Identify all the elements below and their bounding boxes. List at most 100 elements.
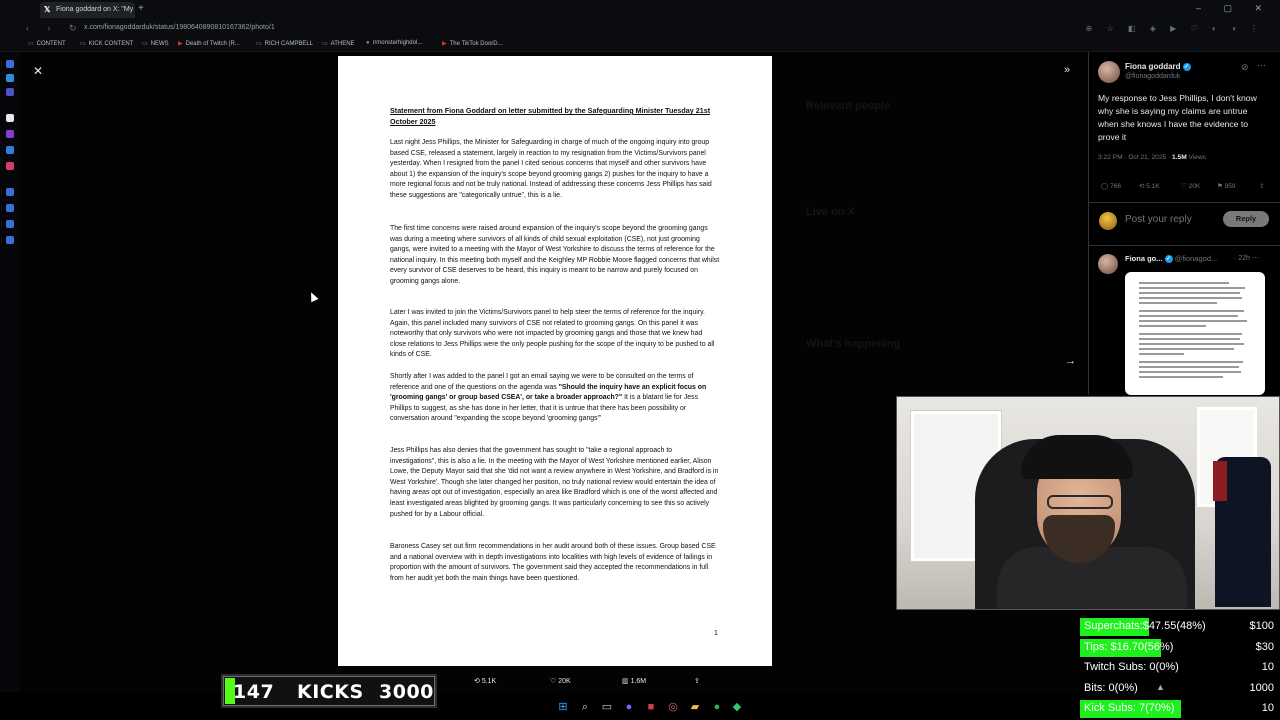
sidebar-app-icon[interactable]: [6, 220, 14, 228]
sidebar-app-icon[interactable]: [6, 130, 14, 138]
bookmark-athene[interactable]: ▭ ATHENE: [322, 40, 355, 47]
folder-icon: ▭: [80, 41, 86, 47]
sidebar-app-icon[interactable]: [6, 146, 14, 154]
collapse-panel-icon[interactable]: »: [1064, 64, 1070, 76]
extension-icons[interactable]: ⊕ ☆ ◧ ◈ ▶ ♡ ◐ ◑ ⋮: [1086, 24, 1264, 33]
sidebar-app-icon[interactable]: [6, 60, 14, 68]
bookmark-content[interactable]: ▭ CONTENT: [28, 40, 66, 47]
reply-count[interactable]: ◯ 766: [1101, 182, 1121, 190]
donation-goal-row: Superchats:$47.55(48%) $100: [1080, 617, 1280, 637]
photo-action-bar: ⟲ 5.1K ♡ 20K ▥ 1.6M ⇪: [440, 677, 720, 691]
reply-icon: ◯: [1101, 183, 1109, 190]
ghost-text: What's happening: [806, 338, 901, 350]
new-tab-button[interactable]: +: [138, 3, 144, 14]
bookmark-monsterhigh[interactable]: ● r/monsterhighdol...: [366, 40, 422, 46]
sidebar-app-icon[interactable]: [6, 236, 14, 244]
repost-button[interactable]: ⟲ 5.1K: [474, 677, 496, 685]
url-field[interactable]: x.com/fionagoddarduk/status/198064089081…: [84, 24, 275, 31]
bookmark-death-of-twitch[interactable]: ▶ Death of Twitch (R...: [178, 40, 240, 47]
app-icon[interactable]: ◆: [730, 700, 744, 714]
browser-icon[interactable]: ◎: [666, 700, 680, 714]
search-icon[interactable]: ⌕: [578, 700, 592, 714]
views-button[interactable]: ▥ 1.6M: [622, 677, 646, 685]
bits-icon: ▲: [1156, 681, 1165, 692]
window-controls[interactable]: – ▢ ✕: [1196, 3, 1272, 14]
donation-goal-row: Twitch Subs: 0(0%) 10: [1080, 658, 1280, 678]
task-view-icon[interactable]: ▭: [600, 700, 614, 714]
folder-icon: ▭: [28, 41, 34, 47]
bookmark-count[interactable]: ⚑ 959: [1217, 182, 1236, 190]
donation-goal-row: Bits: 0(0%) 1000 ▲: [1080, 679, 1280, 699]
document-paragraph: Last night Jess Phillips, the Minister f…: [390, 139, 712, 199]
donation-goal-target: $30: [1255, 640, 1274, 653]
avatar[interactable]: [1098, 61, 1120, 83]
sidebar-app-icon[interactable]: [6, 74, 14, 82]
address-bar-row: ‹ › ↻ x.com/fionagoddarduk/status/198064…: [0, 20, 1280, 38]
app-icon[interactable]: ■: [644, 700, 658, 714]
nav-buttons[interactable]: ‹ › ↻: [26, 23, 85, 34]
like-count[interactable]: ♡ 20K: [1181, 182, 1200, 190]
tweet-handle[interactable]: @fionagoddarduk: [1125, 73, 1180, 80]
bookmark-icon: ⚑: [1217, 183, 1223, 190]
webcam-overlay: [896, 396, 1280, 610]
tweet-meta: 3:22 PM · Oct 21, 2025 · 1.5M Views: [1098, 154, 1207, 161]
browser-tab[interactable]: 𝕏 Fiona goddard on X: "My: [40, 2, 135, 18]
document-title: Statement from Fiona Goddard on letter s…: [390, 106, 711, 126]
windows-start-icon[interactable]: ⊞: [556, 700, 570, 714]
donation-goal-label: Kick Subs: 7(70%): [1084, 702, 1175, 714]
grok-icon[interactable]: ⊘: [1241, 62, 1249, 73]
kicks-counter: 147 KICKS 3000: [221, 674, 437, 708]
bookmark-kick-content[interactable]: ▭ KICK CONTENT: [80, 40, 133, 47]
reply-image-thumbnail[interactable]: [1125, 272, 1265, 395]
tweet-panel: Fiona goddard ✓ @fionagoddarduk ⊘ ⋯ My re…: [1088, 52, 1280, 395]
analytics-icon: ▥: [622, 678, 629, 685]
next-photo-icon[interactable]: →: [1065, 355, 1076, 367]
kicks-label: KICKS: [297, 681, 364, 703]
divider: [1089, 202, 1280, 203]
reply-button[interactable]: Reply: [1223, 211, 1269, 227]
like-button[interactable]: ♡ 20K: [550, 677, 571, 685]
document-paragraph: Baroness Casey set out firm recommendati…: [390, 543, 716, 582]
donation-goal-target: 10: [1261, 661, 1274, 673]
share-icon[interactable]: ⇪: [1259, 182, 1264, 190]
tweet-text: My response to Jess Phillips, I don't kn…: [1098, 93, 1257, 142]
kicks-goal: 3000: [379, 681, 434, 703]
more-options-icon[interactable]: ⋯: [1257, 60, 1266, 71]
ghost-text: Live on X: [806, 206, 855, 218]
folder-icon: ▭: [322, 41, 328, 47]
bookmark-rich-campbell[interactable]: ▭ RICH CAMPBELL: [256, 40, 313, 47]
donation-goal-target: 1000: [1249, 681, 1274, 694]
donation-goal-target: $100: [1249, 620, 1274, 632]
spotify-icon[interactable]: ●: [710, 700, 724, 714]
verified-badge-icon: ✓: [1182, 62, 1191, 71]
webcam-streamer-glasses: [1047, 495, 1113, 509]
youtube-icon: ▶: [178, 41, 183, 47]
bookmark-tiktok-doordash[interactable]: ▶ The TikTok DoorD...: [442, 40, 503, 47]
sidebar-app-icon[interactable]: [6, 114, 14, 122]
reply-input[interactable]: Post your reply: [1125, 214, 1192, 225]
sidebar-app-icon[interactable]: [6, 162, 14, 170]
bookmark-news[interactable]: ▭ NEWS: [142, 40, 169, 47]
more-options-icon[interactable]: ⋯: [1252, 255, 1259, 262]
sidebar-app-icon[interactable]: [6, 204, 14, 212]
reply-author[interactable]: Fiona go... ✓ @fionagod...: [1125, 254, 1217, 264]
repost-count[interactable]: ⟲ 5.1K: [1139, 182, 1160, 190]
donation-goal-label: Tips: $16.70(56%): [1084, 640, 1174, 653]
close-icon[interactable]: ✕: [32, 64, 44, 78]
bookmarks-bar: ▭ CONTENT ▭ KICK CONTENT ▭ NEWS ▶ Death of T…: [0, 38, 1280, 52]
divider: [1089, 245, 1280, 246]
avatar: [1099, 212, 1117, 230]
sidebar-app-icon[interactable]: [6, 88, 14, 96]
avatar[interactable]: [1098, 254, 1118, 274]
donation-goals: Superchats:$47.55(48%) $100 Tips: $16.70(5…: [1080, 616, 1280, 720]
tweet-author[interactable]: Fiona goddard ✓: [1125, 62, 1191, 71]
browser-tab-bar: 𝕏 Fiona goddard on X: "My + – ▢ ✕: [0, 0, 1280, 20]
reddit-icon: ●: [366, 40, 370, 46]
file-explorer-icon[interactable]: ▰: [688, 700, 702, 714]
donation-goal-label: Superchats:$47.55(48%): [1084, 620, 1206, 632]
repost-icon: ⟲: [474, 678, 480, 685]
app-icon[interactable]: ●: [622, 700, 636, 714]
sidebar-app-icon[interactable]: [6, 188, 14, 196]
share-button[interactable]: ⇪: [694, 677, 700, 685]
browser-sidebar: [0, 52, 20, 692]
